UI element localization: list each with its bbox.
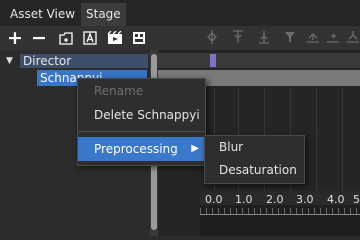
menu-item-desaturation[interactable]: Desaturation bbox=[205, 159, 304, 181]
timeline-track-director[interactable] bbox=[158, 53, 360, 68]
tab-asset-view[interactable]: Asset View bbox=[5, 3, 80, 26]
ruler-tick-label: 3.0 bbox=[296, 193, 314, 206]
ruler-tick-label: 2.0 bbox=[266, 193, 284, 206]
add-icon[interactable]: + bbox=[6, 26, 24, 50]
filter-icon[interactable] bbox=[284, 30, 296, 44]
expand-arrow-icon[interactable]: ▼ bbox=[6, 53, 13, 69]
move-left-icon[interactable] bbox=[306, 30, 320, 44]
menu-label-rename: Rename bbox=[94, 84, 144, 98]
grid-line bbox=[316, 88, 317, 192]
submenu-arrow-icon: ▶ bbox=[191, 143, 199, 154]
snap-icon[interactable] bbox=[346, 30, 360, 44]
add-text-icon[interactable] bbox=[82, 26, 98, 50]
tab-stage[interactable]: Stage bbox=[81, 3, 126, 26]
ruler-tick-label: 4.0 bbox=[327, 193, 345, 206]
time-ruler[interactable]: 0.0 1.0 2.0 3.0 4.0 5 bbox=[200, 191, 360, 236]
add-folder-icon[interactable] bbox=[58, 26, 74, 50]
menu-item-delete[interactable]: Delete Schnappyi bbox=[78, 103, 205, 127]
add-video-icon[interactable] bbox=[106, 26, 124, 50]
menu-item-preprocessing[interactable]: Preprocessing ▶ bbox=[78, 137, 205, 161]
context-menu: Rename Delete Schnappyi Preprocessing ▶ bbox=[77, 78, 206, 166]
toolbar: + − bbox=[0, 26, 360, 50]
menu-label-blur: Blur bbox=[219, 140, 244, 154]
keyframe-icon[interactable] bbox=[206, 30, 218, 44]
menu-label-preprocessing: Preprocessing bbox=[94, 142, 178, 156]
keyframe-out-icon[interactable] bbox=[258, 30, 270, 44]
tree-label-director: Director bbox=[23, 54, 72, 68]
tree-row-director[interactable]: ▼ Director bbox=[0, 53, 150, 69]
menu-item-blur[interactable]: Blur bbox=[205, 136, 304, 158]
preprocessing-submenu: Blur Desaturation bbox=[204, 135, 305, 184]
menu-separator bbox=[78, 131, 205, 132]
menu-label-desaturation: Desaturation bbox=[219, 163, 297, 177]
ruler-tick-label: 1.0 bbox=[235, 193, 253, 206]
grid-line bbox=[342, 88, 343, 192]
move-right-icon[interactable] bbox=[326, 30, 340, 44]
menu-item-rename[interactable]: Rename bbox=[78, 79, 205, 103]
clip-marker[interactable] bbox=[210, 54, 216, 67]
tab-bar: Asset View Stage bbox=[0, 0, 360, 26]
keyframe-in-icon[interactable] bbox=[232, 30, 244, 44]
ruler-baseline bbox=[200, 214, 360, 215]
menu-label-delete: Delete Schnappyi bbox=[94, 108, 200, 122]
ruler-tick-label: 0.0 bbox=[205, 193, 223, 206]
add-scene-icon[interactable] bbox=[131, 26, 147, 50]
tree-item-director[interactable]: Director bbox=[20, 54, 148, 68]
remove-icon[interactable]: − bbox=[30, 26, 48, 50]
ruler-tick-label: 5 bbox=[353, 193, 360, 206]
